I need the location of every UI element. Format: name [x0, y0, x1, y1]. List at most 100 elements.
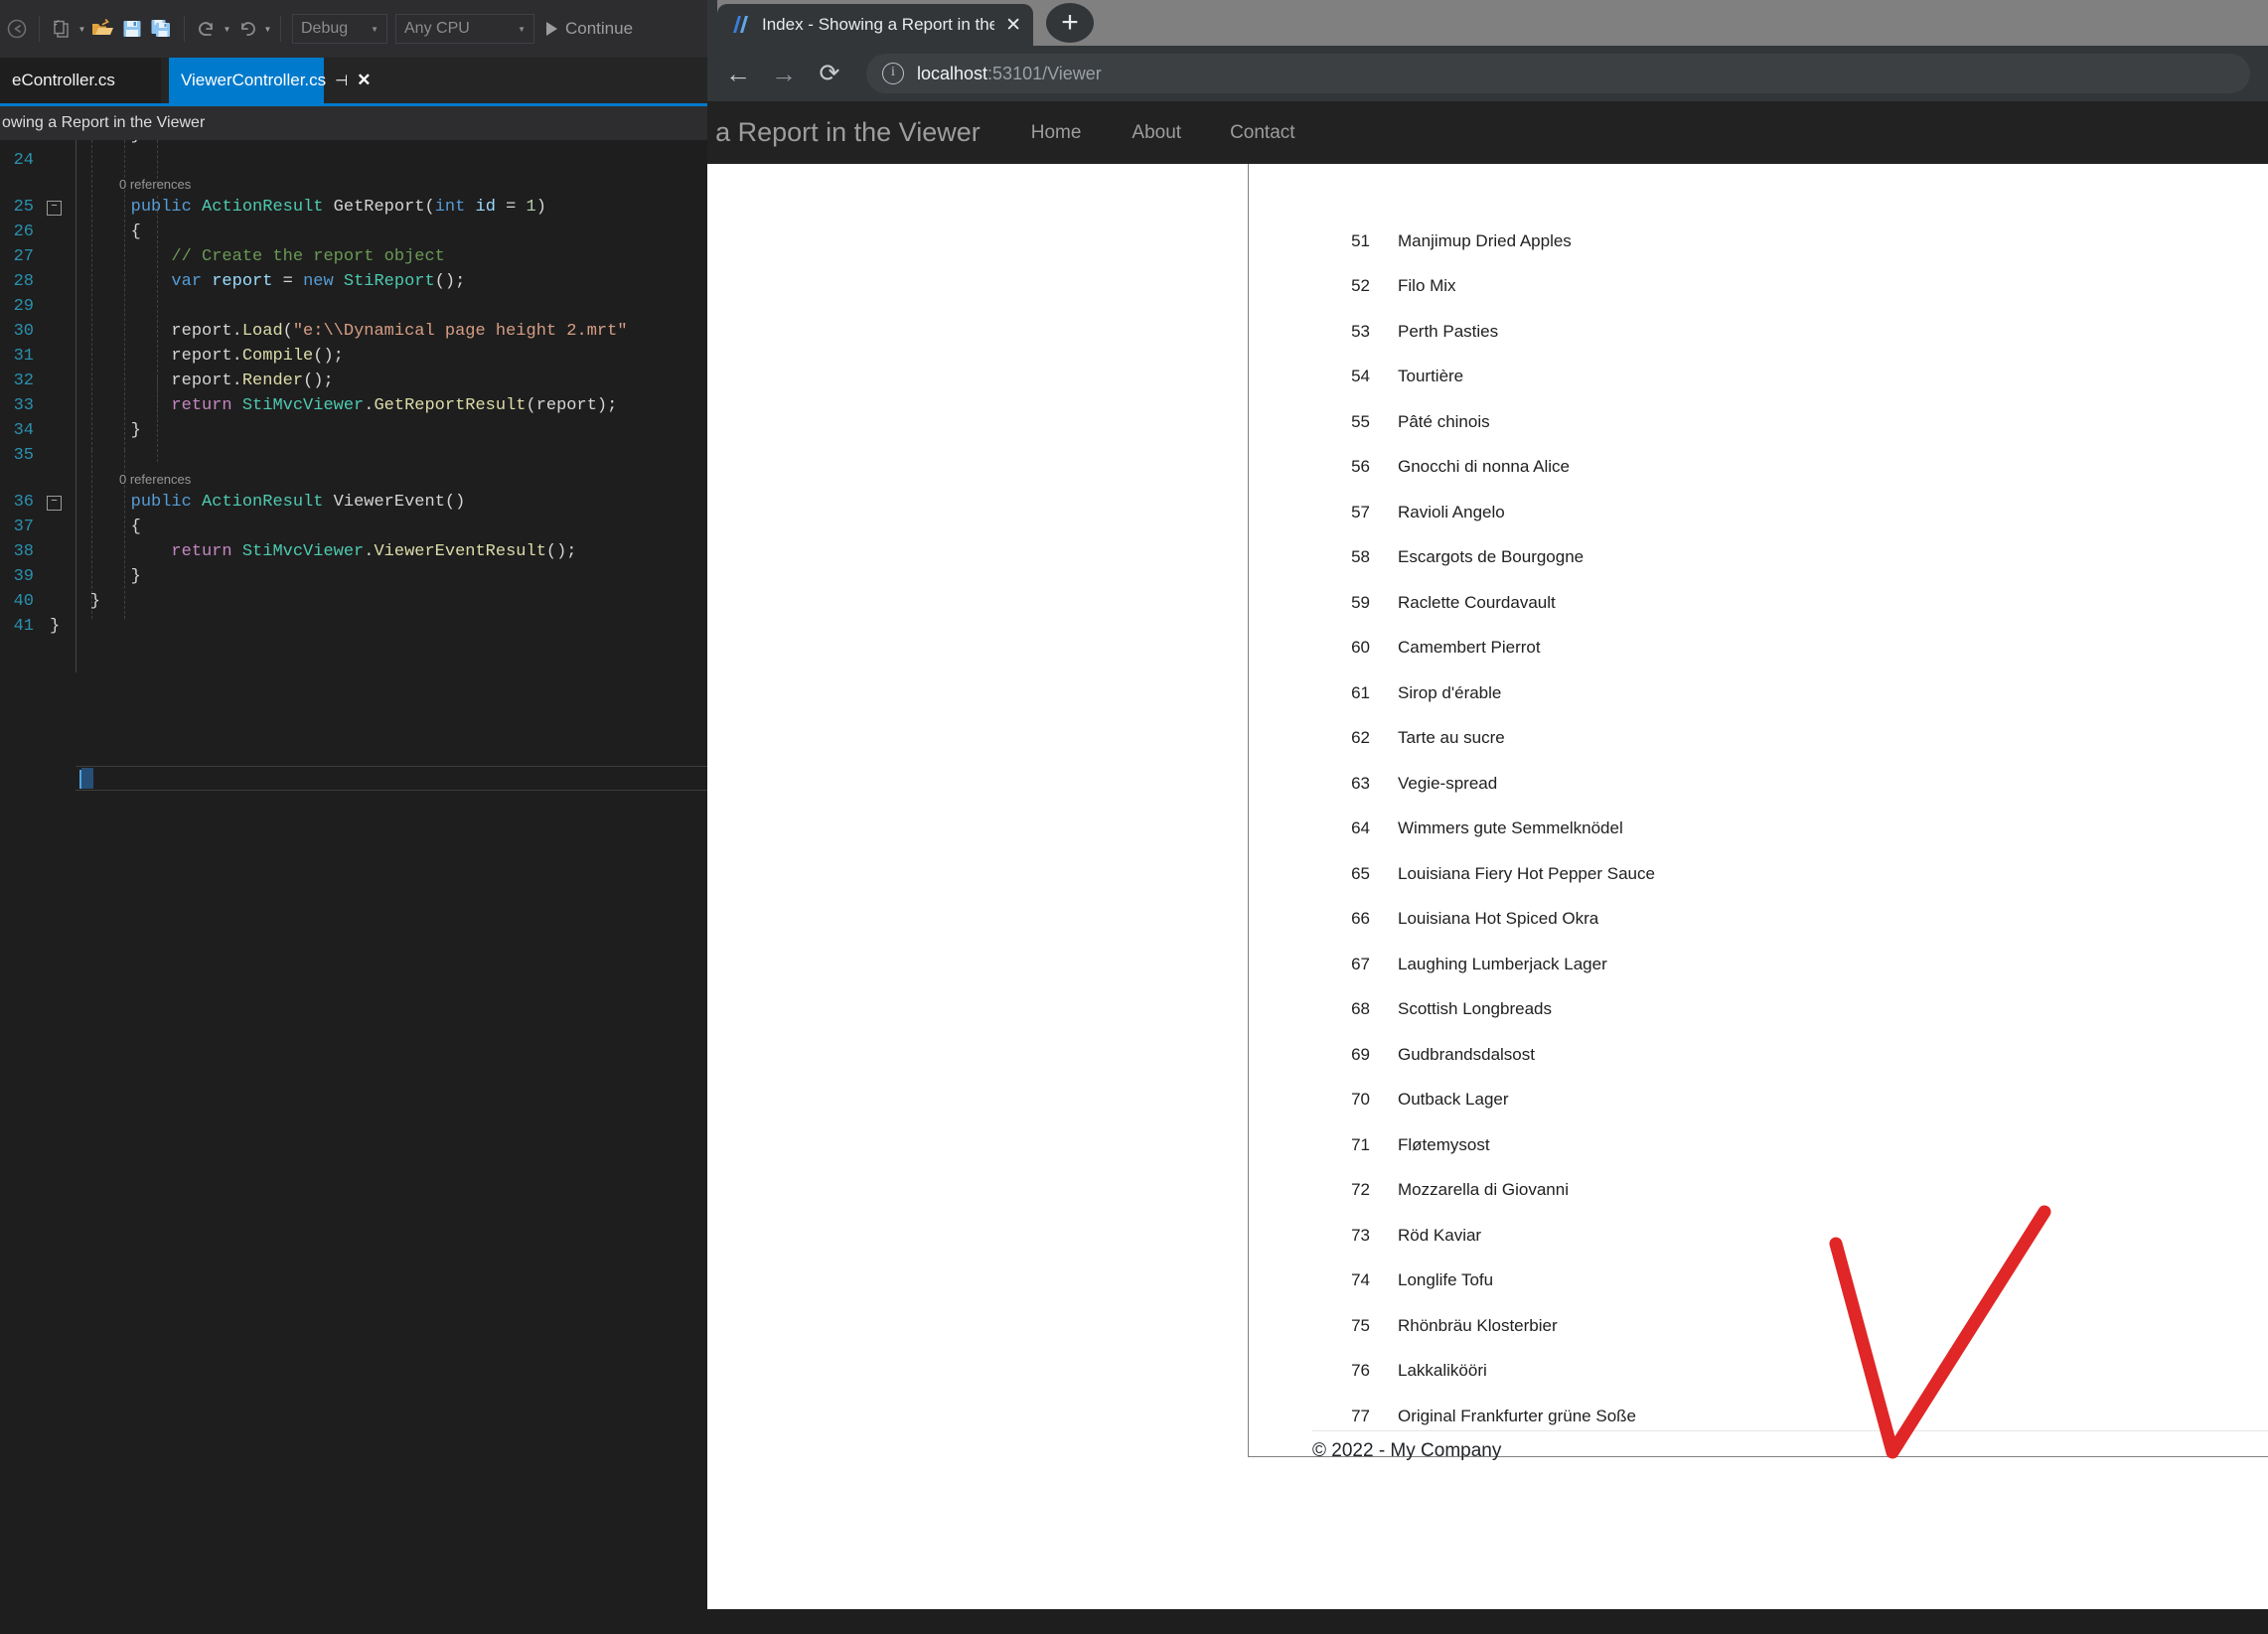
line-number: 24 [13, 151, 34, 170]
code-lens-references[interactable]: 0 references [119, 177, 191, 192]
fold-toggle-icon[interactable]: − [47, 201, 62, 216]
close-icon[interactable]: ✕ [1005, 14, 1021, 37]
row-product-name: Tarte au sucre [1398, 728, 1505, 747]
code-line: 39 } [0, 564, 141, 589]
row-id: 59 [1351, 592, 1370, 612]
table-row: 75 Rhönbräu Klosterbier [1249, 1310, 2268, 1341]
row-product-name: Vegie-spread [1398, 773, 1498, 793]
build-configuration-value: Debug [301, 20, 349, 37]
row-product-name: Perth Pasties [1398, 321, 1499, 341]
redo-icon[interactable] [232, 14, 262, 44]
row-id: 74 [1351, 1270, 1370, 1289]
row-id: 61 [1351, 682, 1370, 702]
browser-window: Index - Showing a Report in the V ✕ + ← … [707, 0, 2268, 1609]
code-lens-references[interactable]: 0 references [119, 472, 191, 487]
open-folder-icon[interactable] [87, 14, 117, 44]
row-product-name: Filo Mix [1398, 276, 1456, 295]
line-number: 37 [13, 518, 34, 536]
document-tab-home-controller[interactable]: eController.cs [0, 58, 161, 103]
row-id: 60 [1351, 638, 1370, 657]
platform-combo[interactable]: Any CPU ▼ [395, 14, 534, 44]
vs-toolbar: ▼ ▼ ▼ Debug ▼ Any CPU ▼ Continue [0, 0, 707, 58]
new-item-icon[interactable] [47, 14, 76, 44]
table-row: 66 Louisiana Hot Spiced Okra [1249, 904, 2268, 935]
document-tab-label: ViewerController.cs [181, 71, 327, 89]
table-row: 54 Tourtière [1249, 362, 2268, 392]
line-number: 40 [13, 592, 34, 611]
code-line: 31 report.Compile(); [0, 344, 344, 369]
nav-link-about[interactable]: About [1132, 122, 1181, 144]
table-row: 74 Longlife Tofu [1249, 1265, 2268, 1296]
row-product-name: Rhönbräu Klosterbier [1398, 1315, 1558, 1335]
line-number: 31 [13, 347, 34, 366]
build-configuration-combo[interactable]: Debug ▼ [292, 14, 387, 44]
table-row: 63 Vegie-spread [1249, 768, 2268, 799]
undo-icon[interactable] [192, 14, 222, 44]
forward-arrow-icon[interactable]: → [761, 51, 807, 96]
info-icon[interactable]: i [882, 63, 904, 84]
row-product-name: Escargots de Bourgogne [1398, 547, 1585, 566]
code-text: return StiMvcViewer.ViewerEventResult(); [171, 542, 577, 561]
line-number: 30 [13, 322, 34, 341]
row-id: 65 [1351, 863, 1370, 883]
code-text: return StiMvcViewer.GetReportResult(repo… [171, 396, 618, 415]
table-row: 62 Tarte au sucre [1249, 723, 2268, 754]
table-row: 58 Escargots de Bourgogne [1249, 542, 2268, 573]
code-line: 27 // Create the report object [0, 244, 445, 269]
row-id: 64 [1351, 818, 1370, 837]
code-line: 41} [0, 614, 61, 639]
line-number: 32 [13, 371, 34, 390]
row-product-name: Ravioli Angelo [1398, 502, 1505, 521]
close-icon[interactable]: ✕ [357, 71, 371, 90]
row-id: 58 [1351, 547, 1370, 566]
redo-dropdown-caret[interactable]: ▼ [262, 14, 273, 44]
table-row: 51 Manjimup Dried Apples [1249, 225, 2268, 256]
pin-icon[interactable]: ⊣ [335, 72, 348, 89]
row-id: 71 [1351, 1134, 1370, 1154]
browser-tab-active[interactable]: Index - Showing a Report in the V ✕ [717, 4, 1033, 46]
document-tab-viewer-controller[interactable]: ViewerController.cs ⊣ ✕ [169, 58, 371, 103]
code-line: 24 [0, 148, 50, 173]
code-text: } [50, 140, 141, 145]
navigate-backward-icon[interactable] [2, 14, 32, 44]
line-number: 23 [0, 140, 34, 145]
table-row: 77 Original Frankfurter grüne Soße [1249, 1401, 2268, 1431]
back-arrow-icon[interactable]: ← [715, 51, 761, 96]
table-row: 65 Louisiana Fiery Hot Pepper Sauce [1249, 858, 2268, 889]
navbar-brand[interactable]: Showing a Report in the Viewer [707, 117, 981, 148]
save-all-icon[interactable] [147, 14, 177, 44]
row-id: 57 [1351, 502, 1370, 521]
code-text: report.Render(); [171, 371, 334, 390]
code-text: } [50, 567, 141, 586]
footer-copyright: © 2022 - My Company [1312, 1440, 1502, 1461]
nav-link-home[interactable]: Home [1031, 122, 1082, 144]
reload-icon[interactable]: ⟳ [807, 51, 852, 96]
table-row: 70 Outback Lager [1249, 1085, 2268, 1115]
toolbar-divider [39, 16, 40, 42]
continue-debug-button[interactable]: Continue [546, 19, 633, 39]
row-product-name: Mozzarella di Giovanni [1398, 1180, 1569, 1199]
report-viewer-panel[interactable]: 51 Manjimup Dried Apples 52 Filo Mix 53 Perth… [1248, 164, 2268, 1457]
browser-tab-strip: Index - Showing a Report in the V ✕ + [707, 0, 2268, 46]
row-id: 70 [1351, 1090, 1370, 1109]
row-id: 52 [1351, 276, 1370, 295]
code-editor[interactable]: 23 } 24 25 public ActionResult GetReport(i… [0, 140, 707, 1634]
row-id: 73 [1351, 1225, 1370, 1245]
new-tab-button[interactable]: + [1046, 3, 1094, 43]
line-number: 27 [13, 247, 34, 266]
navbar-inner: Showing a Report in the Viewer Home Abou… [707, 101, 1295, 164]
undo-dropdown-caret[interactable]: ▼ [222, 14, 232, 44]
row-product-name: Outback Lager [1398, 1090, 1509, 1109]
browser-tab-title: Index - Showing a Report in the V [762, 15, 995, 34]
fold-toggle-icon[interactable]: − [47, 496, 62, 511]
row-product-name: Gnocchi di nonna Alice [1398, 457, 1570, 476]
site-navbar: Showing a Report in the Viewer Home Abou… [707, 101, 2268, 164]
row-id: 72 [1351, 1180, 1370, 1199]
new-item-dropdown-caret[interactable]: ▼ [76, 14, 87, 44]
table-row: 73 Röd Kaviar [1249, 1220, 2268, 1251]
table-row: 72 Mozzarella di Giovanni [1249, 1175, 2268, 1206]
save-icon[interactable] [117, 14, 147, 44]
code-line: 23 } [0, 140, 141, 148]
address-bar[interactable]: i localhost:53101/Viewer [866, 54, 2250, 93]
nav-link-contact[interactable]: Contact [1230, 122, 1294, 144]
